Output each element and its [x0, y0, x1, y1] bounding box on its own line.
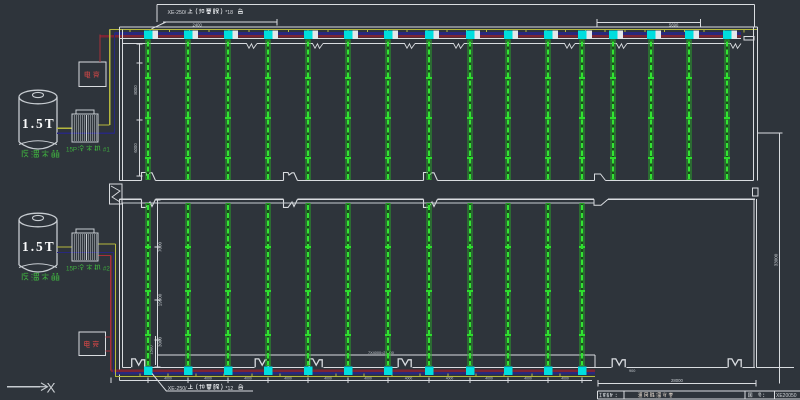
svg-text:900: 900 [629, 369, 635, 373]
svg-text:4000: 4000 [364, 376, 372, 380]
svg-text:28000: 28000 [671, 378, 684, 383]
svg-text:4000: 4000 [244, 376, 252, 380]
svg-text:4000: 4000 [485, 376, 493, 380]
svg-text:15P: 15P [66, 147, 77, 154]
svg-text:1.5T: 1.5T [22, 239, 56, 254]
svg-text:5690: 5690 [669, 22, 679, 27]
svg-text:4000: 4000 [284, 376, 292, 380]
svg-text:XE20050: XE20050 [776, 393, 797, 399]
svg-text:2400: 2400 [193, 22, 203, 27]
svg-text:1.5T: 1.5T [22, 116, 56, 131]
svg-text:*18: *18 [225, 10, 233, 16]
svg-text:*12: *12 [226, 386, 234, 392]
svg-text:15P: 15P [66, 266, 77, 273]
svg-text:4000: 4000 [204, 376, 212, 380]
svg-text:4000: 4000 [446, 376, 454, 380]
svg-text:4000: 4000 [524, 376, 532, 380]
svg-text:1500: 1500 [149, 345, 154, 355]
svg-text:#2: #2 [103, 266, 110, 273]
svg-text:4000: 4000 [561, 376, 569, 380]
svg-text:X: X [47, 380, 56, 395]
svg-text:4000: 4000 [405, 376, 413, 380]
svg-text:XE-250/: XE-250/ [168, 386, 187, 392]
svg-text:3000: 3000 [158, 336, 163, 347]
svg-text:7000: 7000 [158, 241, 163, 252]
svg-text:19500: 19500 [158, 293, 163, 306]
svg-text:33000: 33000 [774, 253, 779, 266]
svg-text:6000: 6000 [133, 143, 138, 153]
svg-text:XE-250/: XE-250/ [168, 10, 187, 16]
svg-text:4000: 4000 [324, 376, 332, 380]
svg-text:8000: 8000 [133, 85, 138, 95]
svg-text:4000: 4000 [164, 376, 172, 380]
svg-text:#1: #1 [103, 147, 110, 154]
